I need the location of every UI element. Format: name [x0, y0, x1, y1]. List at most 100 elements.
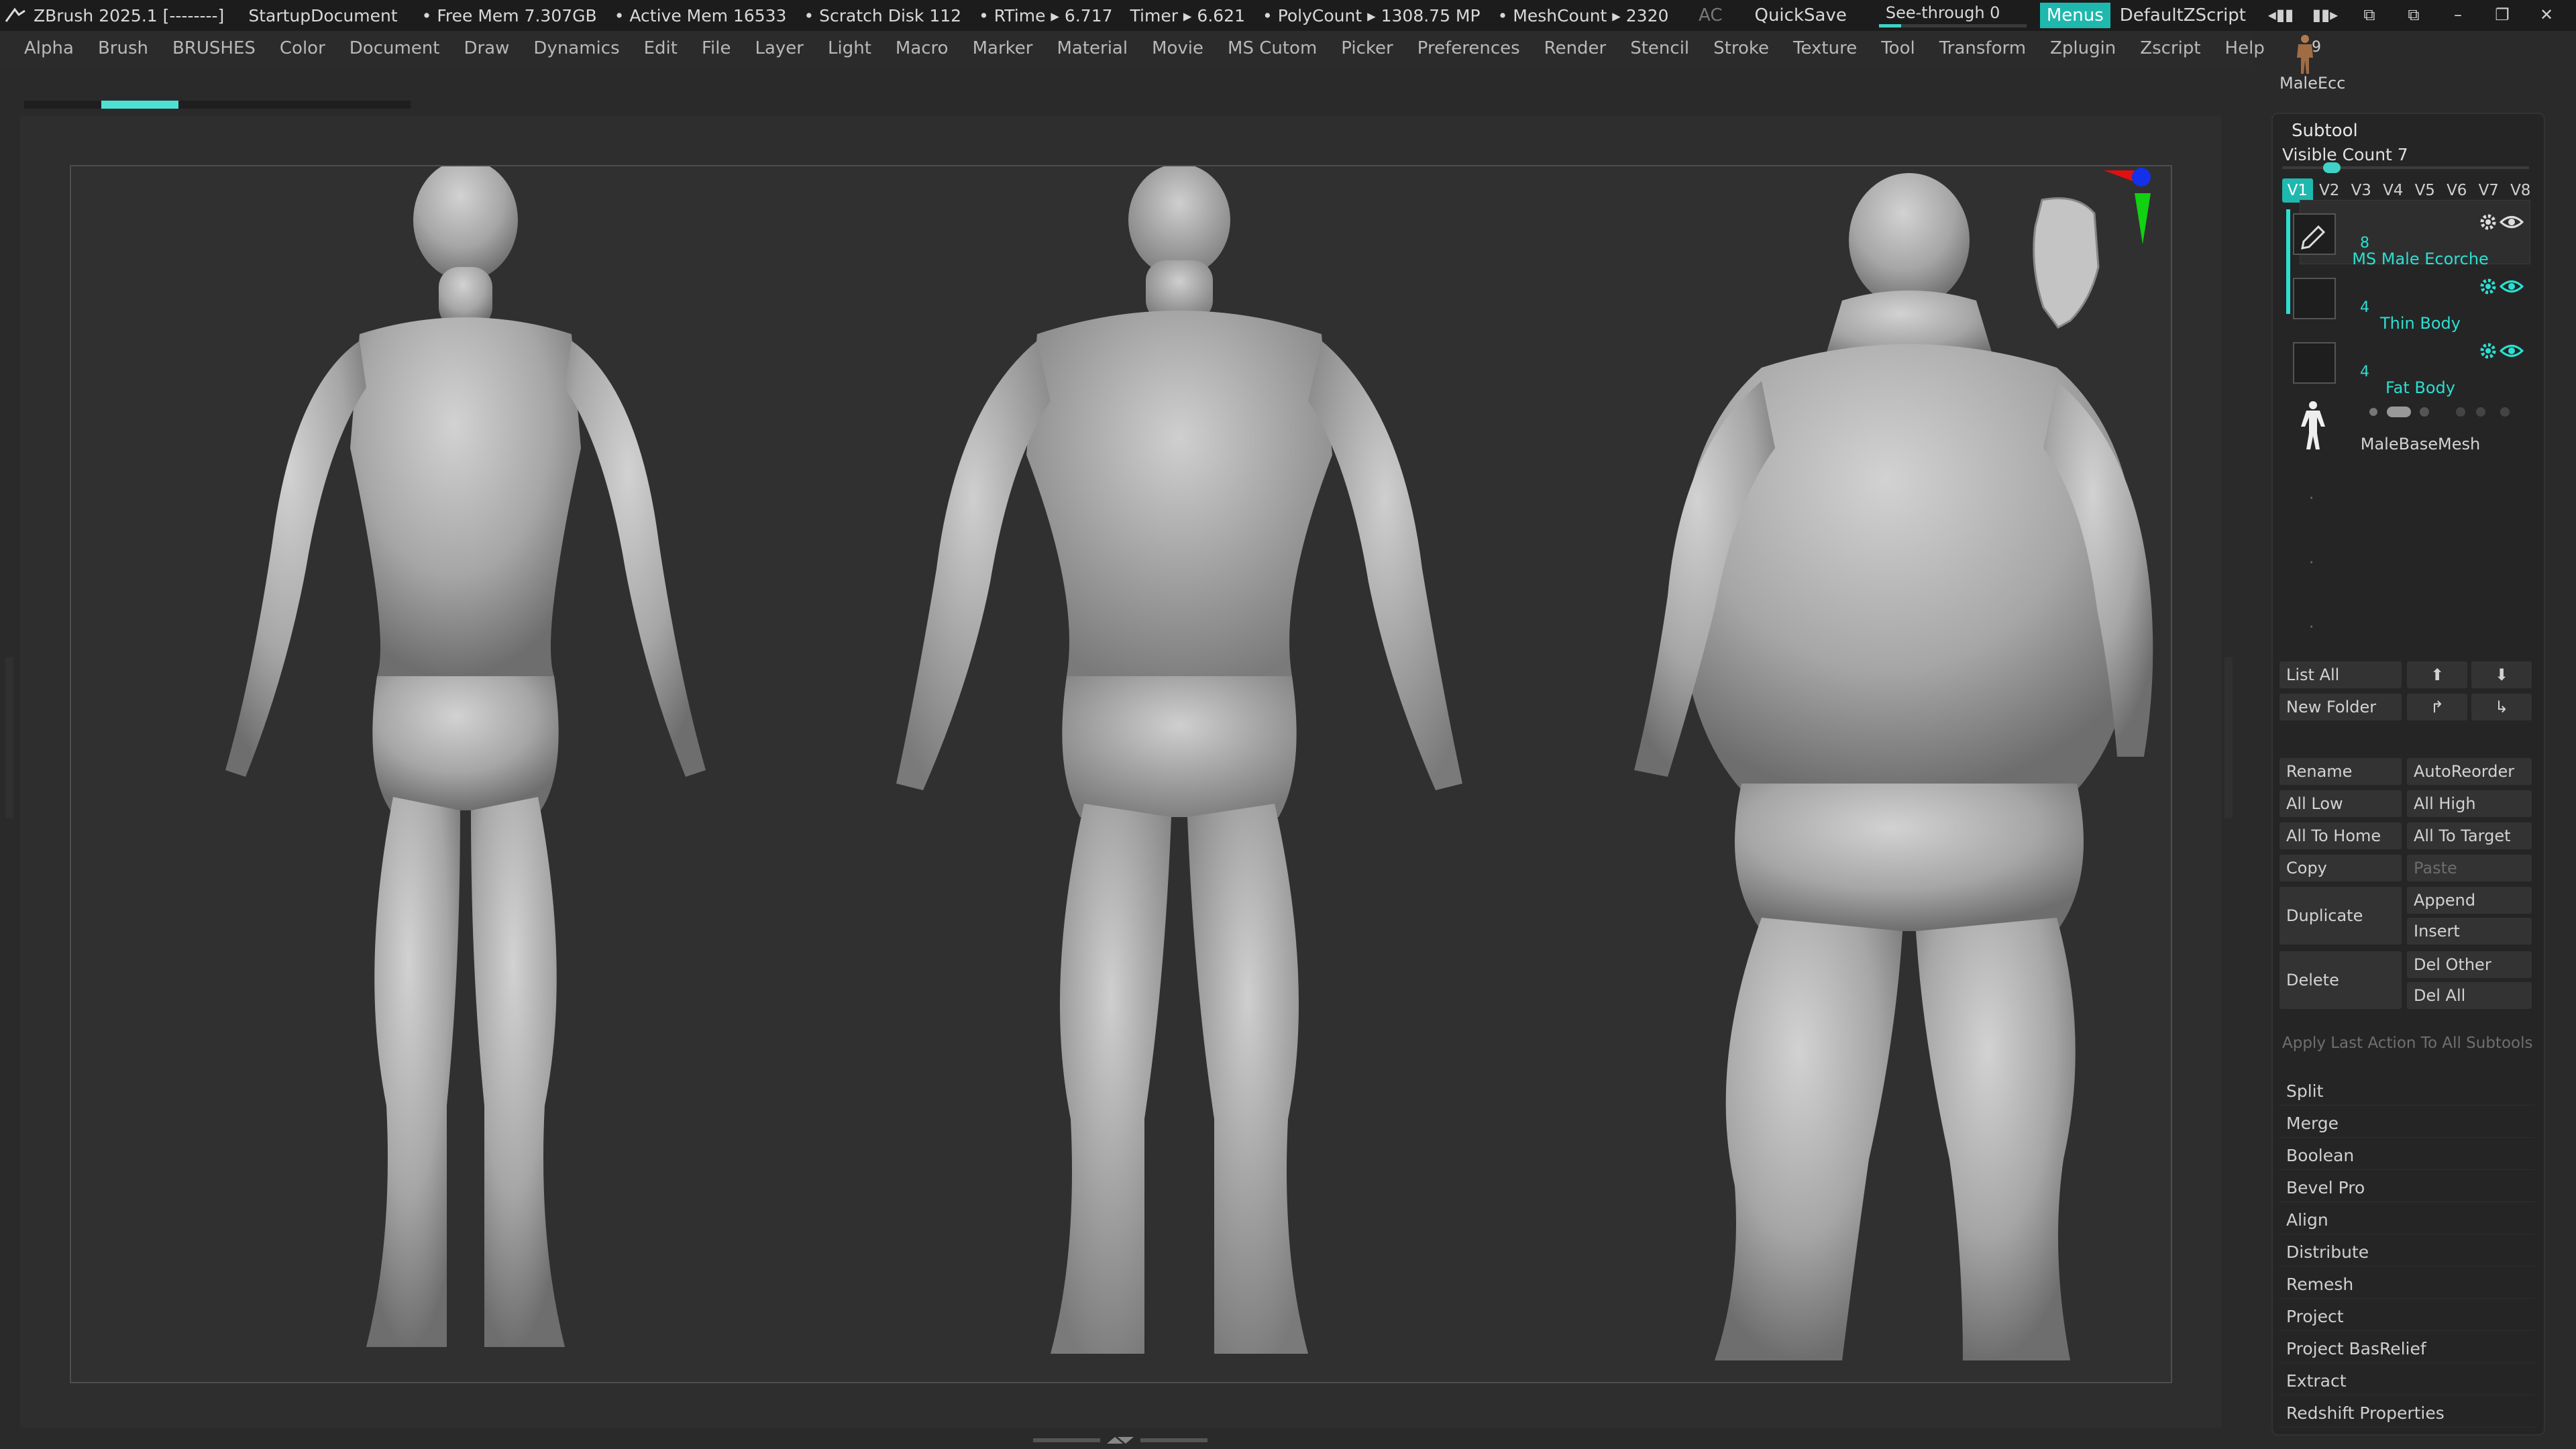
thin-body-figure[interactable]	[896, 166, 1462, 1354]
move-up-icon[interactable]: ↱	[2407, 694, 2467, 720]
gear-icon[interactable]	[2478, 276, 2498, 297]
all-to-target-button[interactable]: All To Target	[2407, 822, 2532, 849]
section-redshift-properties[interactable]: Redshift Properties	[2279, 1399, 2534, 1428]
section-remesh[interactable]: Remesh	[2279, 1271, 2534, 1299]
copy-button[interactable]: Copy	[2279, 855, 2402, 881]
section-bevel-pro[interactable]: Bevel Pro	[2279, 1174, 2534, 1202]
subtool-toggle-icons[interactable]	[2360, 404, 2521, 420]
autoreorder-button[interactable]: AutoReorder	[2407, 758, 2532, 785]
window-swap-alt-icon[interactable]: ⧉	[2399, 5, 2428, 25]
section-merge[interactable]: Merge	[2279, 1110, 2534, 1138]
arrow-down-icon[interactable]: ⬇	[2471, 661, 2532, 688]
eye-icon[interactable]	[2500, 276, 2524, 297]
layout-right-icon[interactable]: ▮▮▸	[2310, 5, 2340, 25]
section-distribute[interactable]: Distribute	[2279, 1238, 2534, 1267]
menu-alpha[interactable]: Alpha	[0, 38, 86, 58]
gear-icon[interactable]	[2478, 341, 2498, 361]
apply-last-action-button[interactable]: Apply Last Action To All Subtools	[2282, 1034, 2532, 1052]
restore-icon[interactable]: ❐	[2487, 5, 2517, 25]
visible-count-knob[interactable]	[2322, 162, 2341, 173]
rename-button[interactable]: Rename	[2279, 758, 2402, 785]
move-down-icon[interactable]: ↳	[2471, 694, 2532, 720]
current-tool-thumbnail[interactable]: 9 MaleEcc	[2274, 27, 2408, 101]
menu-macro[interactable]: Macro	[883, 38, 961, 58]
menu-brush[interactable]: Brush	[86, 38, 160, 58]
subtool-title[interactable]: Subtool	[2292, 121, 2358, 141]
menu-dynamics[interactable]: Dynamics	[521, 38, 631, 58]
menu-stroke[interactable]: Stroke	[1701, 38, 1781, 58]
menu-document[interactable]: Document	[337, 38, 452, 58]
close-icon[interactable]: ✕	[2532, 5, 2561, 25]
document-canvas[interactable]	[70, 165, 2172, 1383]
eye-icon[interactable]	[2500, 341, 2524, 361]
all-high-button[interactable]: All High	[2407, 790, 2532, 817]
append-button[interactable]: Append	[2407, 887, 2532, 914]
tab-v7[interactable]: V7	[2473, 178, 2504, 203]
quicksave-button[interactable]: QuickSave	[1754, 5, 1846, 25]
menu-stencil[interactable]: Stencil	[1618, 38, 1701, 58]
default-zscript[interactable]: DefaultZScript	[2120, 5, 2246, 25]
tab-v3[interactable]: V3	[2346, 178, 2377, 203]
list-all-button[interactable]: List All	[2279, 661, 2402, 688]
minimize-icon[interactable]: –	[2443, 5, 2473, 25]
zbrush-logo-icon[interactable]	[4, 4, 27, 27]
left-tray-handle[interactable]	[5, 657, 13, 818]
menu-file[interactable]: File	[690, 38, 743, 58]
menu-tool[interactable]: Tool	[1869, 38, 1927, 58]
ac-indicator[interactable]: AC	[1699, 5, 1722, 25]
del-other-button[interactable]: Del Other	[2407, 951, 2532, 978]
section-align[interactable]: Align	[2279, 1206, 2534, 1234]
insert-button[interactable]: Insert	[2407, 918, 2532, 945]
menu-marker[interactable]: Marker	[961, 38, 1045, 58]
tab-v8[interactable]: V8	[2506, 178, 2536, 203]
bottom-tray-handle[interactable]	[1033, 1436, 1208, 1445]
section-project[interactable]: Project	[2279, 1303, 2534, 1331]
menu-color[interactable]: Color	[268, 38, 337, 58]
menu-preferences[interactable]: Preferences	[1405, 38, 1532, 58]
tab-v2[interactable]: V2	[2314, 178, 2345, 203]
tab-v4[interactable]: V4	[2378, 178, 2409, 203]
menu-zscript[interactable]: Zscript	[2128, 38, 2212, 58]
all-low-button[interactable]: All Low	[2279, 790, 2402, 817]
section-split[interactable]: Split	[2279, 1077, 2534, 1106]
see-through-slider[interactable]: See-through 0	[1878, 2, 2027, 29]
menu-movie[interactable]: Movie	[1140, 38, 1216, 58]
menu-help[interactable]: Help	[2213, 38, 2277, 58]
menu-layer[interactable]: Layer	[743, 38, 816, 58]
menu-picker[interactable]: Picker	[1329, 38, 1405, 58]
menu-material[interactable]: Material	[1044, 38, 1140, 58]
tab-v5[interactable]: V5	[2410, 178, 2440, 203]
tab-v1[interactable]: V1	[2282, 178, 2313, 203]
gear-icon[interactable]	[2478, 212, 2498, 232]
right-tray-handle[interactable]	[2224, 657, 2233, 818]
menu-render[interactable]: Render	[1532, 38, 1619, 58]
new-folder-button[interactable]: New Folder	[2279, 694, 2402, 720]
menu-transform[interactable]: Transform	[1927, 38, 2038, 58]
menu-draw[interactable]: Draw	[451, 38, 521, 58]
tab-v6[interactable]: V6	[2442, 178, 2473, 203]
delete-button[interactable]: Delete	[2279, 951, 2402, 1009]
del-all-button[interactable]: Del All	[2407, 982, 2532, 1009]
window-swap-icon[interactable]: ⧉	[2355, 5, 2384, 25]
arrow-up-icon[interactable]: ⬆	[2407, 661, 2467, 688]
paste-button[interactable]: Paste	[2407, 855, 2532, 881]
section-extract[interactable]: Extract	[2279, 1367, 2534, 1395]
menu-light[interactable]: Light	[816, 38, 883, 58]
duplicate-button[interactable]: Duplicate	[2279, 887, 2402, 945]
subtool-item[interactable]: 4 Thin Body	[2293, 276, 2528, 337]
subtool-item[interactable]: 8 MS Male Ecorche	[2293, 212, 2528, 272]
section-boolean[interactable]: Boolean	[2279, 1142, 2534, 1170]
visible-count-slider[interactable]	[2282, 166, 2529, 169]
ecorche-figure[interactable]	[225, 166, 706, 1347]
menu-brushes[interactable]: BRUSHES	[160, 38, 268, 58]
all-to-home-button[interactable]: All To Home	[2279, 822, 2402, 849]
layout-left-icon[interactable]: ◂▮▮	[2266, 5, 2296, 25]
section-project-basrelief[interactable]: Project BasRelief	[2279, 1335, 2534, 1363]
eye-icon[interactable]	[2500, 212, 2524, 232]
subtool-item[interactable]: MaleBaseMesh	[2293, 400, 2528, 460]
menu-texture[interactable]: Texture	[1781, 38, 1869, 58]
fat-body-figure[interactable]	[1634, 173, 2153, 1360]
subtool-item[interactable]: 4 Fat Body	[2293, 341, 2528, 401]
menu-ms-cutom[interactable]: MS Cutom	[1216, 38, 1329, 58]
axis-gizmo-icon[interactable]	[2104, 168, 2151, 244]
